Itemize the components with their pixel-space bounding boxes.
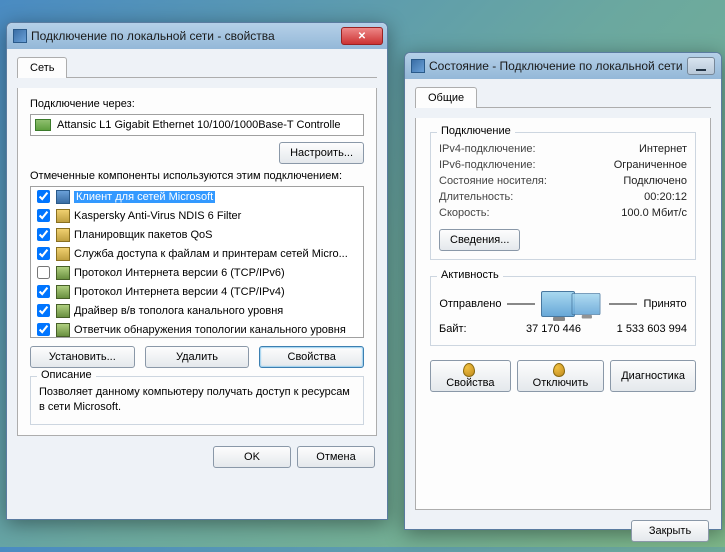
nic-icon <box>35 119 51 131</box>
recv-label: Принято <box>643 298 686 310</box>
link-line-right <box>609 303 637 305</box>
install-button[interactable]: Установить... <box>30 346 135 368</box>
media-value: Подключено <box>623 175 687 187</box>
component-row[interactable]: Служба доступа к файлам и принтерам сете… <box>31 244 363 263</box>
description-label: Описание <box>37 369 96 381</box>
minimize-button[interactable] <box>687 57 715 75</box>
component-label: Драйвер в/в тополога канального уровня <box>74 305 283 317</box>
proto-icon <box>56 285 70 299</box>
svc-icon <box>56 247 70 261</box>
connection-icon <box>13 29 27 43</box>
tab-general[interactable]: Общие <box>415 87 477 108</box>
status-body: Общие Подключение IPv4-подключение: Интер… <box>405 79 721 552</box>
duration-value: 00:20:12 <box>644 191 687 203</box>
component-row[interactable]: Протокол Интернета версии 4 (TCP/IPv4) <box>31 282 363 301</box>
cancel-button[interactable]: Отмена <box>297 446 375 468</box>
proto-icon <box>56 304 70 318</box>
component-row[interactable]: Kaspersky Anti-Virus NDIS 6 Filter <box>31 206 363 225</box>
status-title: Состояние - Подключение по локальной сет… <box>429 59 683 73</box>
proto-icon <box>56 266 70 280</box>
properties-body: Сеть Подключение через: Attansic L1 Giga… <box>7 49 387 478</box>
component-row[interactable]: Планировщик пакетов QoS <box>31 225 363 244</box>
configure-button[interactable]: Настроить... <box>279 142 364 164</box>
media-label: Состояние носителя: <box>439 175 547 187</box>
bytes-label: Байт: <box>439 323 509 335</box>
connect-via-label: Подключение через: <box>30 98 364 110</box>
svc-icon <box>56 228 70 242</box>
status-properties-button[interactable]: Свойства <box>430 360 511 392</box>
component-checkbox[interactable] <box>37 247 50 260</box>
bytes-recv: 1 533 603 994 <box>598 323 687 335</box>
monitors-icon <box>541 291 603 317</box>
adapter-field: Attansic L1 Gigabit Ethernet 10/100/1000… <box>30 114 364 136</box>
tab-network[interactable]: Сеть <box>17 57 67 78</box>
component-list[interactable]: Клиент для сетей Microsoft Kaspersky Anti… <box>30 186 364 338</box>
item-properties-button[interactable]: Свойства <box>259 346 364 368</box>
connection-group-label: Подключение <box>437 125 515 137</box>
disable-label: Отключить <box>533 377 589 389</box>
component-checkbox[interactable] <box>37 285 50 298</box>
ipv4-label: IPv4-подключение: <box>439 143 536 155</box>
shield-icon <box>463 363 475 377</box>
components-label: Отмеченные компоненты используются этим … <box>30 170 364 182</box>
component-row[interactable]: Протокол Интернета версии 6 (TCP/IPv6) <box>31 263 363 282</box>
connection-icon <box>411 59 425 73</box>
component-checkbox[interactable] <box>37 266 50 279</box>
component-checkbox[interactable] <box>37 304 50 317</box>
component-label: Kaspersky Anti-Virus NDIS 6 Filter <box>74 210 241 222</box>
diagnostics-button[interactable]: Диагностика <box>610 360 696 392</box>
close-button[interactable]: Закрыть <box>631 520 709 542</box>
component-label: Ответчик обнаружения топологии канальног… <box>74 324 346 336</box>
ipv4-value: Интернет <box>639 143 687 155</box>
ipv6-value: Ограниченное <box>614 159 687 171</box>
proto-icon <box>56 323 70 337</box>
component-row[interactable]: Ответчик обнаружения топологии канальног… <box>31 320 363 338</box>
component-checkbox[interactable] <box>37 228 50 241</box>
component-checkbox[interactable] <box>37 190 50 203</box>
bytes-sent: 37 170 446 <box>509 323 598 335</box>
link-line-left <box>507 303 535 305</box>
duration-label: Длительность: <box>439 191 513 203</box>
properties-title: Подключение по локальной сети - свойства <box>31 29 275 43</box>
close-x-button[interactable]: ✕ <box>341 27 383 45</box>
speed-label: Скорость: <box>439 207 490 219</box>
details-button[interactable]: Сведения... <box>439 229 520 251</box>
component-label: Планировщик пакетов QoS <box>74 229 213 241</box>
component-label: Протокол Интернета версии 6 (TCP/IPv6) <box>74 267 285 279</box>
status-titlebar[interactable]: Состояние - Подключение по локальной сет… <box>405 53 721 79</box>
remove-button[interactable]: Удалить <box>145 346 250 368</box>
activity-group-label: Активность <box>437 269 503 281</box>
sent-label: Отправлено <box>439 298 501 310</box>
component-checkbox[interactable] <box>37 323 50 336</box>
shield-icon <box>553 363 565 377</box>
properties-window: Подключение по локальной сети - свойства… <box>6 22 388 520</box>
adapter-name: Attansic L1 Gigabit Ethernet 10/100/1000… <box>57 119 341 131</box>
description-text: Позволяет данному компьютеру получать до… <box>39 385 355 416</box>
component-checkbox[interactable] <box>37 209 50 222</box>
disable-button[interactable]: Отключить <box>517 360 605 392</box>
component-label: Протокол Интернета версии 4 (TCP/IPv4) <box>74 286 285 298</box>
ok-button[interactable]: OK <box>213 446 291 468</box>
status-window: Состояние - Подключение по локальной сет… <box>404 52 722 530</box>
status-properties-label: Свойства <box>446 377 494 389</box>
component-row[interactable]: Клиент для сетей Microsoft <box>31 187 363 206</box>
component-label: Служба доступа к файлам и принтерам сете… <box>74 248 348 260</box>
svc-icon <box>56 209 70 223</box>
component-label: Клиент для сетей Microsoft <box>74 191 215 203</box>
properties-titlebar[interactable]: Подключение по локальной сети - свойства… <box>7 23 387 49</box>
client-icon <box>56 190 70 204</box>
ipv6-label: IPv6-подключение: <box>439 159 536 171</box>
component-row[interactable]: Драйвер в/в тополога канального уровня <box>31 301 363 320</box>
speed-value: 100.0 Мбит/с <box>621 207 687 219</box>
